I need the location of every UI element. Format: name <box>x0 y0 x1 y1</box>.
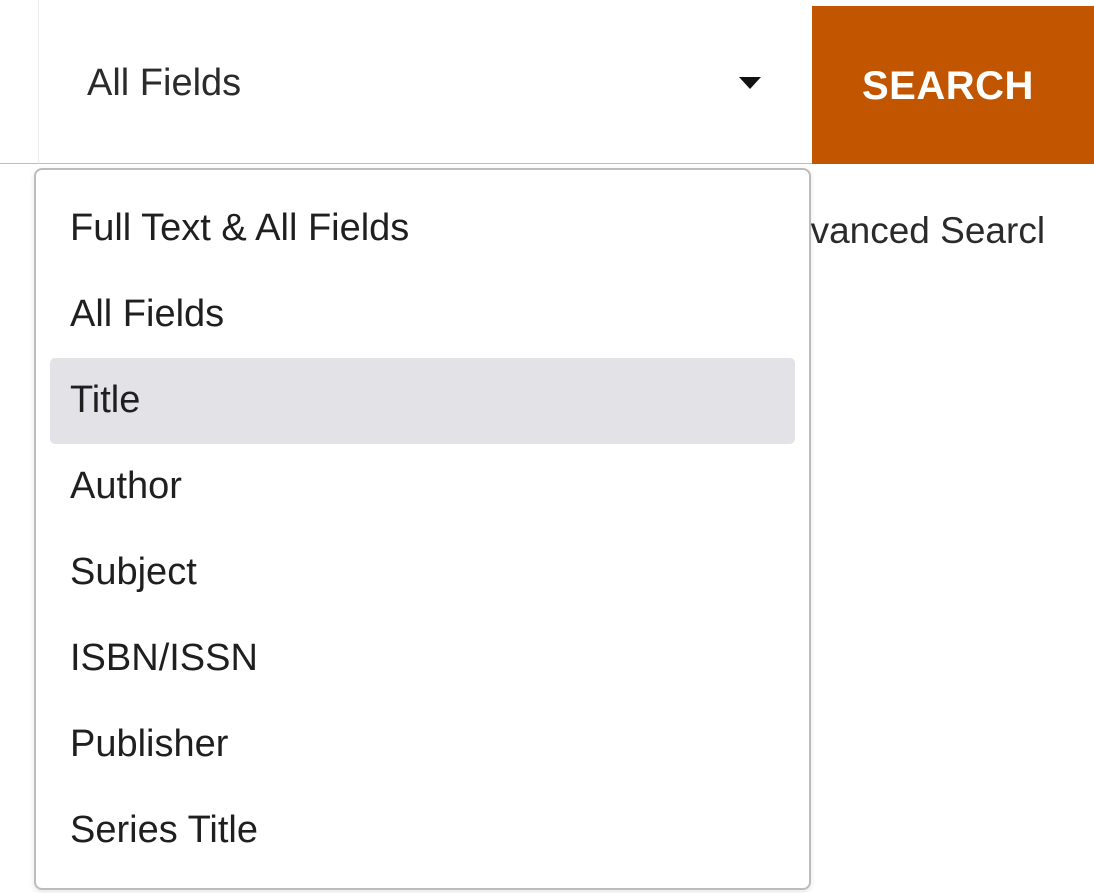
dropdown-option-series-title[interactable]: Series Title <box>50 788 795 874</box>
search-field-dropdown: Full Text & All Fields All Fields Title … <box>34 168 811 890</box>
dropdown-option-label: ISBN/ISSN <box>70 637 258 679</box>
dropdown-option-all-fields[interactable]: All Fields <box>50 272 795 358</box>
dropdown-option-isbn-issn[interactable]: ISBN/ISSN <box>50 616 795 702</box>
dropdown-option-label: Title <box>70 379 141 421</box>
caret-down-icon[interactable] <box>739 77 761 89</box>
dropdown-option-label: Subject <box>70 551 197 593</box>
dropdown-option-publisher[interactable]: Publisher <box>50 702 795 788</box>
advanced-search-link[interactable]: dvanced Searcl <box>790 208 1045 254</box>
dropdown-option-label: Publisher <box>70 723 229 765</box>
search-field-select[interactable]: All Fields <box>38 0 812 164</box>
dropdown-options-list: Full Text & All Fields All Fields Title … <box>36 186 809 874</box>
dropdown-option-author[interactable]: Author <box>50 444 795 530</box>
dropdown-option-full-text-all-fields[interactable]: Full Text & All Fields <box>50 186 795 272</box>
search-field-select-value: All Fields <box>87 62 242 104</box>
dropdown-option-label: All Fields <box>70 293 225 335</box>
dropdown-option-subject[interactable]: Subject <box>50 530 795 616</box>
dropdown-option-label: Author <box>70 465 182 507</box>
dropdown-option-title[interactable]: Title <box>50 358 795 444</box>
search-button-label: SEARCH <box>862 64 1034 108</box>
dropdown-option-label: Full Text & All Fields <box>70 207 410 249</box>
search-input-underline <box>0 163 40 164</box>
search-button[interactable]: SEARCH <box>812 6 1094 164</box>
search-area: All Fields SEARCH dvanced Searcl Full Te… <box>0 0 1094 893</box>
dropdown-option-label: Series Title <box>70 809 258 851</box>
